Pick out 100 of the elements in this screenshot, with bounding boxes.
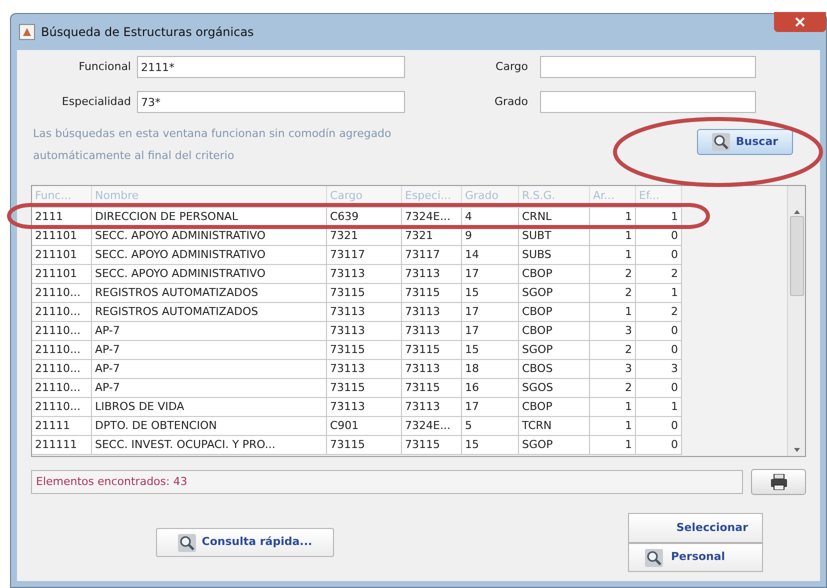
table-cell: 15 xyxy=(462,436,519,455)
close-button[interactable] xyxy=(774,12,826,32)
table-cell: 14 xyxy=(462,246,519,265)
table-cell: CBOP xyxy=(519,322,590,341)
table-cell: 73113 xyxy=(327,265,402,284)
table-cell: 211101 xyxy=(32,246,92,265)
table-cell: 73115 xyxy=(327,284,402,303)
printer-icon xyxy=(770,474,788,490)
table-cell: SECC. INVEST. OCUPACI. Y PRO... xyxy=(92,436,327,455)
table-cell: 1 xyxy=(590,303,636,322)
table-cell: 21110... xyxy=(32,379,92,398)
table-cell: 17 xyxy=(462,398,519,417)
table-cell: 211111 xyxy=(32,436,92,455)
magnifier-icon xyxy=(712,133,730,151)
table-cell: 18 xyxy=(462,360,519,379)
magnifier-icon xyxy=(645,548,663,566)
table-cell: SECC. APOYO ADMINISTRATIVO xyxy=(92,265,327,284)
table-cell: 73117 xyxy=(402,246,462,265)
table-cell: 73115 xyxy=(327,379,402,398)
table-cell: 73113 xyxy=(402,303,462,322)
field-label: Cargo xyxy=(494,58,529,75)
table-cell: SUBS xyxy=(519,246,590,265)
table-cell: SGOP xyxy=(519,284,590,303)
table-cell: 1 xyxy=(590,417,636,436)
close-icon xyxy=(795,17,805,27)
table-cell: 73113 xyxy=(327,303,402,322)
table-cell: 2 xyxy=(590,284,636,303)
table-cell: 2 xyxy=(636,265,682,284)
table-cell: SECC. APOYO ADMINISTRATIVO xyxy=(92,246,327,265)
table-cell: 73115 xyxy=(402,436,462,455)
table-cell: LIBROS DE VIDA xyxy=(92,398,327,417)
table-cell: 1 xyxy=(636,284,682,303)
table-cell: 3 xyxy=(636,360,682,379)
table-cell: 0 xyxy=(636,246,682,265)
table-cell: 17 xyxy=(462,265,519,284)
table-cell: 73113 xyxy=(327,360,402,379)
table-cell: 1 xyxy=(590,436,636,455)
scrollbar[interactable] xyxy=(787,186,805,456)
table-cell: 2 xyxy=(636,303,682,322)
table-cell: CBOS xyxy=(519,360,590,379)
table-cell: 15 xyxy=(462,284,519,303)
table-cell: 5 xyxy=(462,417,519,436)
table-cell: SGOP xyxy=(519,341,590,360)
table-cell: SGOP xyxy=(519,436,590,455)
table-cell: 73113 xyxy=(402,398,462,417)
table-cell: 21111 xyxy=(32,417,92,436)
table-cell: 3 xyxy=(590,360,636,379)
table-cell: DPTO. DE OBTENCION xyxy=(92,417,327,436)
field-label: Funcional xyxy=(78,58,132,75)
table-cell: 2 xyxy=(590,341,636,360)
table-cell: 2 xyxy=(590,265,636,284)
table-cell: 21110... xyxy=(32,398,92,417)
table-cell: 1 xyxy=(590,246,636,265)
table-cell: 73113 xyxy=(402,265,462,284)
table-cell: AP-7 xyxy=(92,322,327,341)
table-cell: AP-7 xyxy=(92,360,327,379)
table-cell: AP-7 xyxy=(92,341,327,360)
hint-text: Las búsquedas en esta ventana funcionan sin comodín agregado automáticamente al final del criterio xyxy=(33,126,392,164)
magnifier-icon xyxy=(178,534,196,552)
table-cell: 21110... xyxy=(32,284,92,303)
table-cell: 73117 xyxy=(327,246,402,265)
table-cell: 2 xyxy=(590,379,636,398)
personal-button[interactable]: Personal xyxy=(628,543,763,572)
table-cell: 0 xyxy=(636,417,682,436)
field-label: Grado xyxy=(494,94,529,110)
table-cell: 1 xyxy=(636,398,682,417)
table-cell: 21110... xyxy=(32,303,92,322)
table-cell: 17 xyxy=(462,322,519,341)
select-button[interactable]: Seleccionar xyxy=(628,513,763,543)
table-cell: TCRN xyxy=(519,417,590,436)
table-cell: 16 xyxy=(462,379,519,398)
table-cell: 73113 xyxy=(402,360,462,379)
print-button[interactable] xyxy=(751,469,806,495)
input-field[interactable] xyxy=(540,91,756,113)
table-cell: 7324E... xyxy=(402,417,462,436)
table-cell: CBOP xyxy=(519,398,590,417)
quick-query-button[interactable]: Consulta rápida... xyxy=(156,528,334,557)
table-cell: 73115 xyxy=(402,379,462,398)
search-button[interactable]: Buscar xyxy=(697,129,793,155)
window-title: Búsqueda de Estructuras orgánicas xyxy=(41,24,254,41)
input-field[interactable]: 2111* xyxy=(137,56,405,78)
field-label: Especialidad xyxy=(60,94,132,110)
input-field[interactable] xyxy=(540,56,756,78)
table-cell: 17 xyxy=(462,303,519,322)
table-cell: CBOP xyxy=(519,303,590,322)
table-cell: 1 xyxy=(590,398,636,417)
table-cell: 21110... xyxy=(32,360,92,379)
status-text: Elementos encontrados: 43 xyxy=(36,474,188,490)
table-cell: 21110... xyxy=(32,341,92,360)
table-cell: AP-7 xyxy=(92,379,327,398)
table-cell: REGISTROS AUTOMATIZADOS xyxy=(92,284,327,303)
table-cell: SGOS xyxy=(519,379,590,398)
table-cell: 73113 xyxy=(327,398,402,417)
app-icon xyxy=(19,24,35,40)
table-cell: 73113 xyxy=(327,322,402,341)
table-cell: CBOP xyxy=(519,265,590,284)
input-field[interactable]: 73* xyxy=(137,91,405,113)
table-cell: 73115 xyxy=(402,341,462,360)
table-cell: 0 xyxy=(636,322,682,341)
table-cell: 3 xyxy=(590,322,636,341)
